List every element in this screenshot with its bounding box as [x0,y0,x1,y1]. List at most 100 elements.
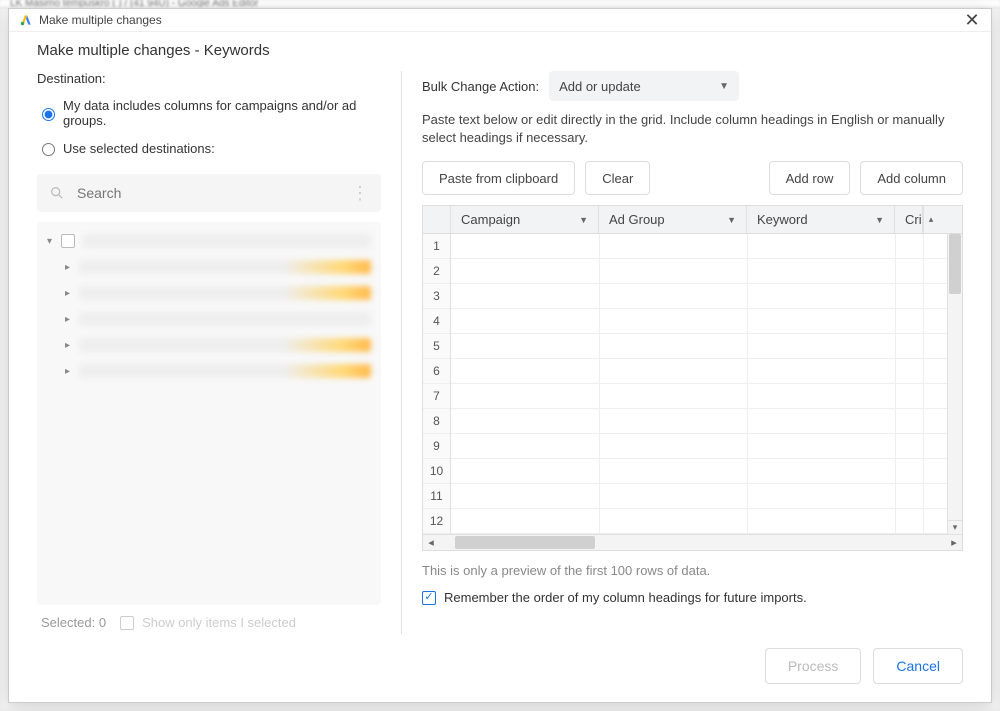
vscroll-down-icon[interactable]: ▾ [948,520,962,534]
bulk-change-pane: Bulk Change Action: Add or update ▼ Past… [402,71,963,634]
destination-pane: Destination: My data includes columns fo… [37,71,402,634]
add-column-button[interactable]: Add column [860,161,963,195]
selected-summary: Selected: 0 Show only items I selected [37,605,381,634]
row-number: 7 [423,384,450,409]
row-number: 2 [423,259,450,284]
grid-row[interactable] [451,384,947,409]
tree-label-redacted [79,364,371,378]
tree-label-redacted [79,260,371,274]
toolbar-spacer [660,161,758,195]
grid-row[interactable] [451,234,947,259]
clear-button[interactable]: Clear [585,161,650,195]
column-header-keyword[interactable]: Keyword▼ [747,206,895,233]
modal-footer: Process Cancel [9,634,991,702]
remember-checkbox[interactable]: ✓ [422,591,436,605]
caret-right-icon[interactable]: ▸ [65,314,79,325]
add-row-button[interactable]: Add row [769,161,851,195]
tree-root-checkbox[interactable] [61,234,75,248]
cancel-button[interactable]: Cancel [873,648,963,684]
tree-child-row[interactable]: ▸ [41,254,377,280]
modal-title-text: Make multiple changes [39,13,162,27]
bulk-action-row: Bulk Change Action: Add or update ▼ [422,71,963,101]
tree-root-row[interactable]: ▾ [41,228,377,254]
grid-row[interactable] [451,334,947,359]
col-label: Cri [905,212,922,227]
close-icon[interactable]: ✕ [963,13,981,27]
hscroll-thumb[interactable] [455,536,595,549]
tree-label-redacted [79,286,371,300]
hscroll-right-icon[interactable]: ▸ [946,536,962,549]
search-more-icon[interactable]: ⋮ [351,183,369,204]
grid-header-row: Campaign▼ Ad Group ▼ Keyword▼ Cri ▴ [423,206,962,234]
column-header-cri[interactable]: Cri [895,206,923,233]
search-input[interactable] [75,184,351,202]
grid-row[interactable] [451,434,947,459]
grid-col-divider [895,234,896,534]
tree-child-row[interactable]: ▸ [41,280,377,306]
grid-row[interactable] [451,309,947,334]
grid-row[interactable] [451,509,947,534]
bulk-action-dropdown[interactable]: Add or update ▼ [549,71,739,101]
row-number: 10 [423,459,450,484]
row-number: 11 [423,484,450,509]
caret-right-icon[interactable]: ▸ [65,262,79,273]
grid-row[interactable] [451,459,947,484]
radio-use-selected-destinations[interactable]: Use selected destinations: [37,140,381,156]
data-grid[interactable]: Campaign▼ Ad Group▼ Keyword▼ Cri ▴ 12345… [422,205,963,551]
row-number-gutter: 123456789101112 [423,234,451,534]
caret-down-icon[interactable]: ▾ [47,236,61,247]
vertical-scrollbar[interactable]: ▾ [947,234,962,534]
radio-my-data-includes-columns[interactable]: My data includes columns for campaigns a… [37,98,381,128]
grid-row[interactable] [451,409,947,434]
vscroll-thumb[interactable] [949,234,961,294]
grid-row[interactable] [451,484,947,509]
row-number: 4 [423,309,450,334]
bulk-instruction-text: Paste text below or edit directly in the… [422,111,963,147]
caret-right-icon[interactable]: ▸ [65,340,79,351]
vscroll-up-icon[interactable]: ▴ [923,206,938,233]
horizontal-scrollbar[interactable]: ◂ ▸ [423,534,962,550]
radio-input-b[interactable] [42,143,55,156]
grid-col-divider [923,234,924,534]
chevron-down-icon[interactable]: ▼ [579,215,588,225]
col-label: Ad Group [609,212,665,227]
tree-child-row[interactable]: ▸ [41,358,377,384]
tree-child-row[interactable]: ▸ [41,306,377,332]
remember-order-row[interactable]: ✓ Remember the order of my column headin… [422,590,963,605]
search-icon [49,185,65,201]
row-number: 12 [423,509,450,534]
grid-col-divider [599,234,600,534]
radio-input-a[interactable] [42,108,55,121]
bulk-action-value: Add or update [559,79,641,94]
grid-row[interactable] [451,284,947,309]
destination-tree[interactable]: ▾ ▸ ▸ ▸ ▸ ▸ [37,222,381,605]
modal-titlebar: Make multiple changes ✕ [9,9,991,32]
grid-body[interactable]: 123456789101112 ▾ [423,234,962,534]
row-number: 6 [423,359,450,384]
hscroll-track[interactable] [439,535,946,550]
tree-root-label-redacted [83,234,371,248]
chevron-down-icon[interactable]: ▼ [727,215,736,225]
hscroll-left-icon[interactable]: ◂ [423,536,439,549]
grid-row[interactable] [451,359,947,384]
row-number: 1 [423,234,450,259]
row-number: 9 [423,434,450,459]
destination-label: Destination: [37,71,381,86]
modal-subtitle: Make multiple changes - Keywords [9,32,991,59]
paste-from-clipboard-button[interactable]: Paste from clipboard [422,161,575,195]
caret-right-icon[interactable]: ▸ [65,366,79,377]
modal-content: Destination: My data includes columns fo… [9,59,991,634]
grid-cells[interactable] [451,234,947,534]
destination-search-box[interactable]: ⋮ [37,174,381,212]
column-header-adgroup[interactable]: Ad Group ▼ [599,206,747,233]
bulk-action-label: Bulk Change Action: [422,79,539,94]
remember-label: Remember the order of my column headings… [444,590,807,605]
caret-right-icon[interactable]: ▸ [65,288,79,299]
process-button[interactable]: Process [765,648,862,684]
grid-row[interactable] [451,259,947,284]
show-only-checkbox[interactable] [120,616,134,630]
tree-child-row[interactable]: ▸ [41,332,377,358]
chevron-down-icon[interactable]: ▼ [875,215,884,225]
show-only-label: Show only items I selected [142,615,296,630]
column-header-campaign[interactable]: Campaign▼ [451,206,599,233]
